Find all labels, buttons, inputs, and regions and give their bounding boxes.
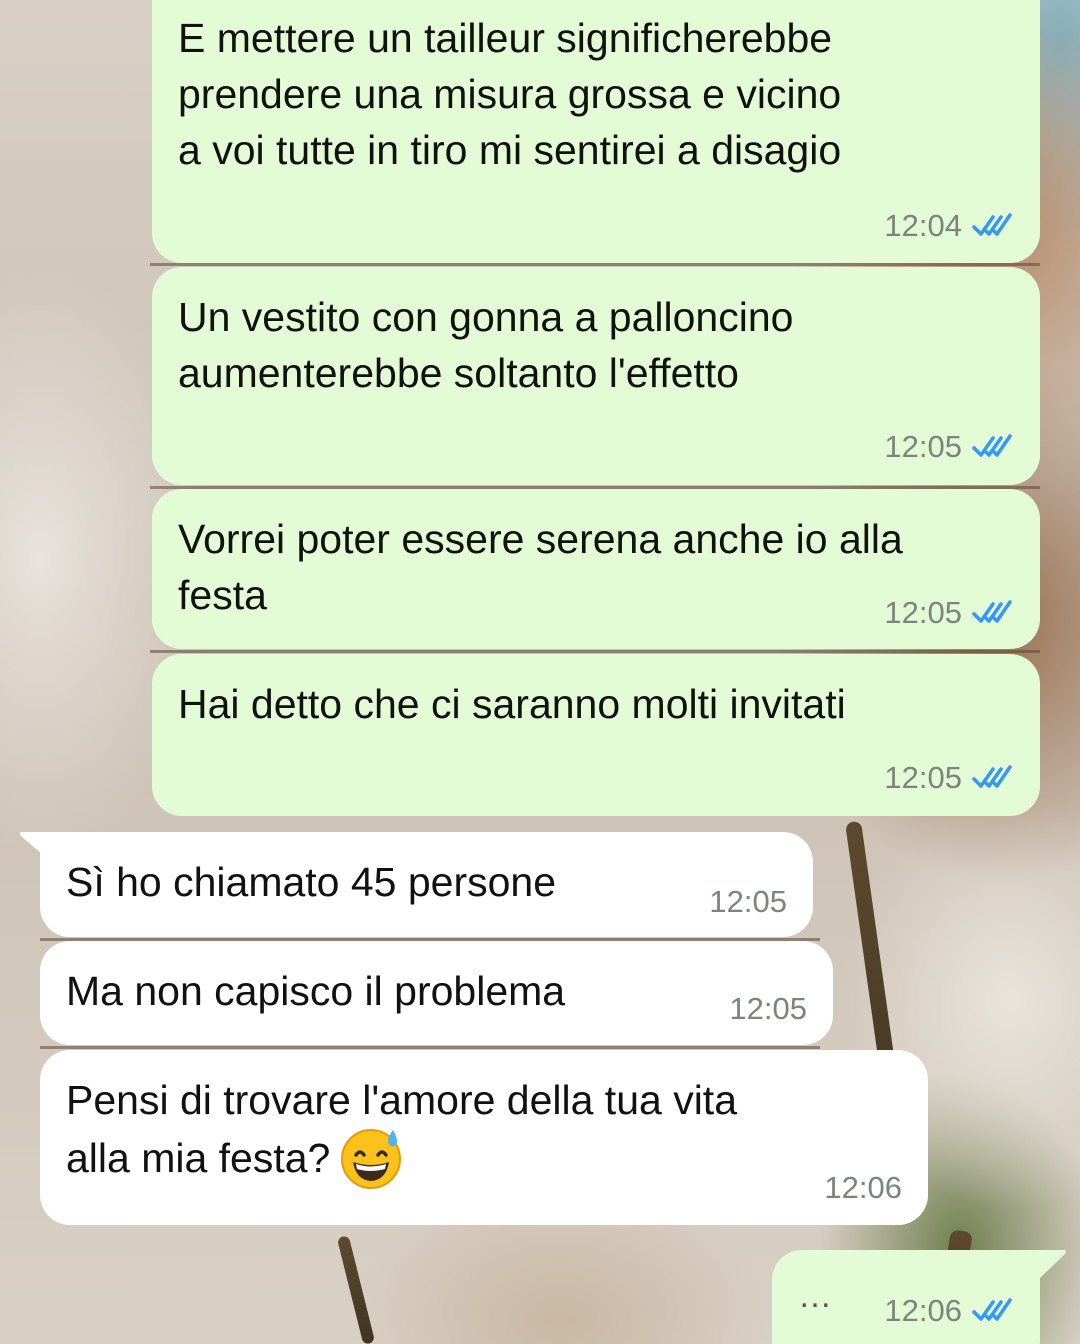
double-check-icon — [972, 765, 1012, 788]
message-timestamp: 12:06 — [824, 1170, 902, 1205]
message-timestamp: 12:05 — [884, 595, 962, 630]
message-bubble-outgoing[interactable]: Hai detto che ci saranno molti invitati … — [152, 654, 1040, 816]
message-timestamp: 12:06 — [884, 1293, 962, 1328]
double-check-icon — [972, 434, 1012, 457]
bubble-tail — [1038, 1250, 1067, 1280]
message-bubble-outgoing[interactable]: E mettere un tailleur significherebbe pr… — [152, 0, 1040, 263]
message-bubble-outgoing[interactable]: … 12:06 — [772, 1250, 1040, 1344]
message-bubble-outgoing[interactable]: Vorrei poter essere serena anche io alla… — [152, 489, 1040, 649]
message-timestamp: 12:05 — [884, 760, 962, 795]
message-timestamp: 12:05 — [709, 884, 787, 919]
message-meta: 12:05 — [884, 429, 1014, 465]
message-meta: 12:06 — [824, 1170, 902, 1206]
message-bubble-outgoing[interactable]: Un vestito con gonna a palloncino aument… — [152, 267, 1040, 485]
message-text: Pensi di trovare l'amore della tua vita … — [66, 1072, 737, 1194]
message-meta: 12:05 — [709, 884, 787, 920]
message-text: Vorrei poter essere serena anche io alla… — [178, 516, 903, 618]
message-meta: 12:05 — [884, 595, 1014, 631]
message-text: E mettere un tailleur significherebbe pr… — [178, 15, 842, 173]
double-check-icon — [972, 213, 1012, 236]
message-timestamp: 12:04 — [884, 208, 962, 243]
double-check-icon — [972, 600, 1012, 623]
message-bubble-incoming[interactable]: Sì ho chiamato 45 persone 12:05 — [40, 832, 813, 937]
message-text: Hai detto che ci saranno molti invitati — [178, 681, 846, 727]
grinning-face-with-sweat-emoji — [341, 1129, 402, 1189]
message-meta: 12:06 — [884, 1293, 1014, 1329]
message-text: … — [798, 1277, 832, 1315]
message-bubble-incoming[interactable]: Ma non capisco il problema 12:05 — [40, 941, 833, 1045]
double-check-icon — [972, 1298, 1012, 1321]
message-timestamp: 12:05 — [729, 991, 807, 1026]
message-text: Sì ho chiamato 45 persone — [66, 859, 557, 905]
message-text: Ma non capisco il problema — [66, 968, 566, 1014]
message-timestamp: 12:05 — [884, 429, 962, 464]
message-bubble-incoming[interactable]: Pensi di trovare l'amore della tua vita … — [40, 1050, 928, 1225]
message-meta: 12:04 — [884, 208, 1014, 244]
message-meta: 12:05 — [729, 991, 807, 1027]
message-meta: 12:05 — [884, 760, 1014, 796]
message-text: Un vestito con gonna a palloncino aument… — [178, 294, 794, 396]
